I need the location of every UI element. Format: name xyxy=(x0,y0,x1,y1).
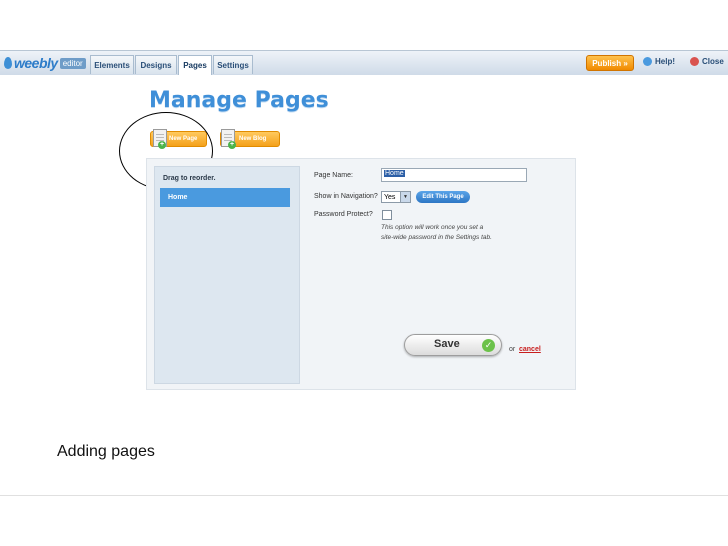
logo-wordmark: weebly xyxy=(14,55,58,71)
sidebar-item-label: Home xyxy=(168,194,188,201)
tab-pages[interactable]: Pages xyxy=(178,55,212,75)
tab-settings[interactable]: Settings xyxy=(213,55,253,74)
chevron-down-icon: ▼ xyxy=(400,192,410,202)
drag-reorder-label: Drag to reorder. xyxy=(163,175,216,182)
password-protect-checkbox[interactable] xyxy=(382,210,392,220)
sidebar-item-home[interactable]: Home xyxy=(160,188,290,207)
password-note-line2: site-wide password in the Settings tab. xyxy=(381,234,492,241)
close-link[interactable]: Close xyxy=(690,57,724,66)
close-icon xyxy=(690,57,699,66)
checkmark-icon: ✓ xyxy=(482,339,495,352)
help-link[interactable]: Help! xyxy=(643,57,675,66)
tab-designs[interactable]: Designs xyxy=(135,55,177,74)
add-plus-icon: + xyxy=(228,141,236,149)
edit-this-page-button[interactable]: Edit This Page xyxy=(416,191,470,203)
show-in-navigation-label: Show in Navigation? xyxy=(314,193,378,200)
cancel-link[interactable]: cancel xyxy=(519,346,541,353)
password-note-line1: This option will work once you set a xyxy=(381,224,484,231)
save-label: Save xyxy=(434,338,460,350)
new-blog-label: New Blog xyxy=(239,136,267,142)
editor-toolbar: weebly editor Elements Designs Pages Set… xyxy=(0,50,728,76)
page-name-input[interactable]: Home xyxy=(381,168,527,182)
logo-drop-icon xyxy=(4,57,12,69)
slide-caption: Adding pages xyxy=(57,443,155,460)
save-button[interactable]: Save ✓ xyxy=(404,334,502,356)
help-icon xyxy=(643,57,652,66)
tab-elements[interactable]: Elements xyxy=(90,55,134,74)
help-label: Help! xyxy=(655,57,675,66)
page-name-value: Home xyxy=(384,170,405,177)
password-protect-label: Password Protect? xyxy=(314,211,373,218)
logo-editor-badge: editor xyxy=(59,57,86,69)
page-name-label: Page Name: xyxy=(314,172,353,179)
weebly-logo[interactable]: weebly editor xyxy=(4,54,86,72)
close-label: Close xyxy=(702,57,724,66)
publish-button[interactable]: Publish » xyxy=(586,55,634,71)
password-note: This option will work once you set a sit… xyxy=(381,223,531,243)
or-text: or xyxy=(509,346,516,353)
show-in-navigation-select[interactable]: Yes ▼ xyxy=(381,191,411,203)
show-in-navigation-value: Yes xyxy=(384,193,396,201)
page-title: Manage Pages xyxy=(149,88,329,113)
